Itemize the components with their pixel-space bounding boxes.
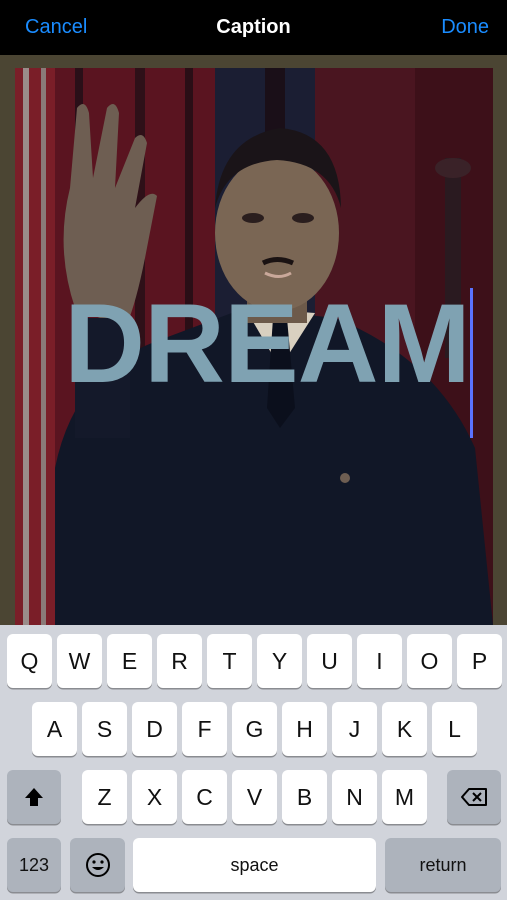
photo-frame: DREAM bbox=[0, 55, 507, 625]
key-z[interactable]: Z bbox=[82, 770, 127, 824]
key-y[interactable]: Y bbox=[257, 634, 302, 688]
backspace-icon bbox=[461, 788, 487, 806]
key-t[interactable]: T bbox=[207, 634, 252, 688]
key-w[interactable]: W bbox=[57, 634, 102, 688]
key-q[interactable]: Q bbox=[7, 634, 52, 688]
key-r[interactable]: R bbox=[157, 634, 202, 688]
shift-key[interactable] bbox=[7, 770, 61, 824]
key-n[interactable]: N bbox=[332, 770, 377, 824]
keyboard: Q W E R T Y U I O P A S D F G H J K L Z … bbox=[0, 625, 507, 900]
key-e[interactable]: E bbox=[107, 634, 152, 688]
backspace-key[interactable] bbox=[447, 770, 501, 824]
key-o[interactable]: O bbox=[407, 634, 452, 688]
key-h[interactable]: H bbox=[282, 702, 327, 756]
key-x[interactable]: X bbox=[132, 770, 177, 824]
emoji-icon bbox=[85, 853, 110, 877]
key-l[interactable]: L bbox=[432, 702, 477, 756]
key-d[interactable]: D bbox=[132, 702, 177, 756]
key-s[interactable]: S bbox=[82, 702, 127, 756]
space-key[interactable]: space bbox=[133, 838, 376, 892]
navigation-bar: Cancel Caption Done bbox=[0, 0, 507, 55]
photo-canvas[interactable]: DREAM bbox=[15, 68, 493, 625]
caption-text[interactable]: DREAM bbox=[37, 288, 493, 400]
key-v[interactable]: V bbox=[232, 770, 277, 824]
key-j[interactable]: J bbox=[332, 702, 377, 756]
cancel-button[interactable]: Cancel bbox=[25, 16, 87, 39]
emoji-key[interactable] bbox=[70, 838, 125, 892]
key-i[interactable]: I bbox=[357, 634, 402, 688]
key-b[interactable]: B bbox=[282, 770, 327, 824]
done-button[interactable]: Done bbox=[441, 16, 489, 39]
text-cursor bbox=[470, 288, 473, 438]
key-f[interactable]: F bbox=[182, 702, 227, 756]
key-c[interactable]: C bbox=[182, 770, 227, 824]
return-key[interactable]: return bbox=[385, 838, 501, 892]
key-m[interactable]: M bbox=[382, 770, 427, 824]
key-p[interactable]: P bbox=[457, 634, 502, 688]
key-k[interactable]: K bbox=[382, 702, 427, 756]
key-a[interactable]: A bbox=[32, 702, 77, 756]
key-g[interactable]: G bbox=[232, 702, 277, 756]
shift-icon bbox=[25, 788, 43, 806]
key-u[interactable]: U bbox=[307, 634, 352, 688]
numbers-key[interactable]: 123 bbox=[7, 838, 61, 892]
